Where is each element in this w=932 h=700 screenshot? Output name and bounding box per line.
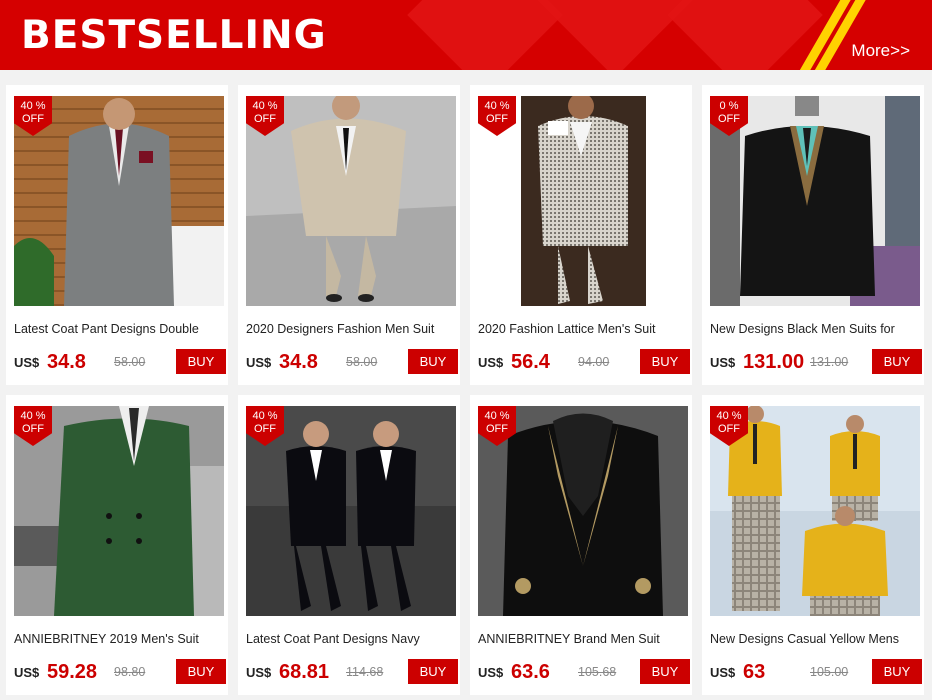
product-title[interactable]: 2020 Fashion Lattice Men's Suit [478, 321, 690, 337]
sale-price: 63 [743, 661, 766, 683]
product-title[interactable]: New Designs Black Men Suits for [710, 321, 922, 337]
buy-button[interactable]: BUY [408, 349, 458, 374]
price-row: US$ 68.81 114.68 BUY [246, 659, 458, 685]
product-card[interactable]: 40 % OFF New Designs Casual Yellow Mens U… [702, 395, 924, 695]
sale-price: 63.6 [511, 661, 550, 683]
buy-button[interactable]: BUY [872, 349, 922, 374]
product-card[interactable]: 40 % OFF Latest Coat Pant Designs Double … [6, 85, 228, 385]
sale-price: 59.28 [47, 661, 98, 683]
price-row: US$ 59.28 98.80 BUY [14, 659, 226, 685]
currency-label: US$ [710, 355, 736, 370]
product-title[interactable]: 2020 Designers Fashion Men Suit [246, 321, 458, 337]
sale-price: 56.4 [511, 351, 550, 373]
price-row: US$ 34.8 58.00 BUY [246, 349, 458, 375]
banner-decoration [667, 0, 823, 70]
original-price: 58.00 [114, 355, 146, 369]
product-title[interactable]: New Designs Casual Yellow Mens [710, 631, 922, 647]
sale-price: 34.8 [279, 351, 318, 373]
buy-button[interactable]: BUY [176, 349, 226, 374]
product-title[interactable]: ANNIEBRITNEY 2019 Men's Suit [14, 631, 226, 647]
price-row: US$ 63 105.00 BUY [710, 659, 922, 685]
currency-label: US$ [246, 665, 272, 680]
currency-label: US$ [710, 665, 736, 680]
currency-label: US$ [478, 665, 504, 680]
currency-label: US$ [14, 355, 40, 370]
price-row: US$ 56.4 94.00 BUY [478, 349, 690, 375]
sale-price: 34.8 [47, 351, 86, 373]
buy-button[interactable]: BUY [872, 659, 922, 684]
original-price: 105.68 [578, 665, 617, 679]
banner-title: BESTSELLING [21, 13, 327, 58]
banner-decoration [537, 0, 693, 70]
buy-button[interactable]: BUY [176, 659, 226, 684]
product-grid: 40 % OFF Latest Coat Pant Designs Double … [6, 85, 926, 695]
original-price: 58.00 [346, 355, 378, 369]
original-price: 98.80 [114, 665, 146, 679]
product-card[interactable]: 40 % OFF 2020 Fashion Lattice Men's Suit … [470, 85, 692, 385]
price-row: US$ 63.6 105.68 BUY [478, 659, 690, 685]
price-row: US$ 131.00 131.00 BUY [710, 349, 922, 375]
product-title[interactable]: Latest Coat Pant Designs Double [14, 321, 226, 337]
original-price: 131.00 [810, 355, 849, 369]
price-row: US$ 34.8 58.00 BUY [14, 349, 226, 375]
sale-price: 68.81 [279, 661, 330, 683]
currency-label: US$ [478, 355, 504, 370]
more-link[interactable]: More>> [851, 41, 910, 61]
product-title[interactable]: Latest Coat Pant Designs Navy [246, 631, 458, 647]
banner-decoration [407, 0, 563, 70]
sale-price: 131.00 [743, 351, 805, 373]
product-card[interactable]: 40 % OFF ANNIEBRITNEY Brand Men Suit US$ … [470, 395, 692, 695]
product-card[interactable]: 40 % OFF ANNIEBRITNEY 2019 Men's Suit US$… [6, 395, 228, 695]
buy-button[interactable]: BUY [640, 659, 690, 684]
currency-label: US$ [246, 355, 272, 370]
product-card[interactable]: 40 % OFF 2020 Designers Fashion Men Suit … [238, 85, 460, 385]
bestselling-banner: BESTSELLING More>> [0, 0, 932, 70]
product-card[interactable]: 40 % OFF Latest Coat Pant Designs Navy US… [238, 395, 460, 695]
currency-label: US$ [14, 665, 40, 680]
product-card[interactable]: 0 % OFF New Designs Black Men Suits for U… [702, 85, 924, 385]
original-price: 94.00 [578, 355, 610, 369]
original-price: 105.00 [810, 665, 849, 679]
buy-button[interactable]: BUY [640, 349, 690, 374]
original-price: 114.68 [346, 665, 384, 679]
product-title[interactable]: ANNIEBRITNEY Brand Men Suit [478, 631, 690, 647]
buy-button[interactable]: BUY [408, 659, 458, 684]
